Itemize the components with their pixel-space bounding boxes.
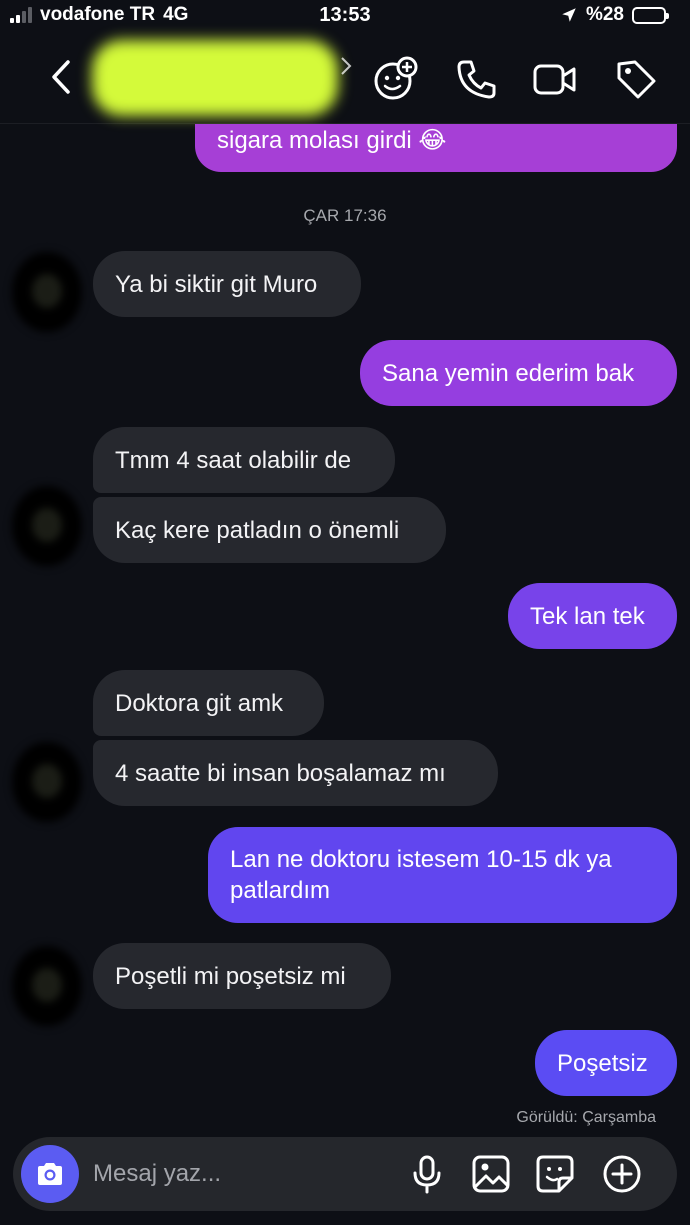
message-text: sigara molası girdi 😂 — [217, 127, 447, 154]
message-bubble-outgoing[interactable]: sigara molası girdi 😂 — [195, 124, 677, 172]
message-bubble-incoming[interactable]: Ya bi siktir git Muro — [93, 251, 361, 317]
timestamp: ÇAR 17:36 — [303, 206, 387, 225]
message-bubble-outgoing[interactable]: Lan ne doktoru istesem 10-15 dk ya patla… — [208, 827, 677, 923]
message-text: Tek lan tek — [530, 602, 645, 630]
message-bubble-outgoing[interactable]: Sana yemin ederim bak — [360, 340, 677, 406]
message-text: Poşetsiz — [557, 1049, 648, 1077]
gallery-icon[interactable] — [471, 1154, 511, 1194]
message-text: Tmm 4 saat olabilir de — [115, 446, 352, 474]
plus-icon[interactable] — [602, 1154, 642, 1194]
message-bubble-outgoing[interactable]: Tek lan tek — [508, 583, 677, 649]
avatar[interactable] — [12, 486, 82, 566]
avatar[interactable] — [12, 742, 82, 822]
status-bar: vodafone TR 4G 13:53 %28 — [0, 0, 690, 34]
chevron-left-icon[interactable] — [44, 56, 80, 98]
message-text: 4 saatte bi insan boşalamaz mı — [115, 759, 446, 787]
video-icon[interactable] — [532, 56, 578, 102]
tag-icon[interactable] — [613, 56, 659, 102]
message-bubble-incoming[interactable]: Poşetli mi poşetsiz mi — [93, 943, 391, 1009]
message-text-line-2: patlardım — [230, 877, 331, 904]
message-text: Sana yemin ederim bak — [382, 359, 635, 387]
avatar[interactable] — [12, 946, 82, 1026]
message-text: Kaç kere patladın o önemli — [115, 516, 400, 544]
message-list[interactable]: sigara molası girdi 😂 ÇAR 17:36 Ya bi si… — [0, 124, 690, 1134]
battery-icon — [632, 6, 669, 24]
message-composer — [13, 1137, 677, 1211]
seen-status: Görüldü: Çarşamba — [516, 1109, 656, 1126]
message-text-line-1: Lan ne doktoru istesem 10-15 dk ya — [230, 846, 612, 873]
avatar[interactable] — [12, 252, 82, 332]
battery-percent: %28 — [585, 4, 624, 25]
message-bubble-incoming[interactable]: 4 saatte bi insan boşalamaz mı — [93, 740, 498, 806]
message-bubble-incoming[interactable]: Kaç kere patladın o önemli — [93, 497, 446, 563]
message-text: Poşetli mi poşetsiz mi — [115, 962, 346, 990]
phone-icon[interactable] — [454, 56, 500, 102]
message-bubble-incoming[interactable]: Tmm 4 saat olabilir de — [93, 427, 395, 493]
chat-header — [0, 34, 690, 124]
add-participant-icon[interactable] — [372, 56, 418, 102]
microphone-icon[interactable] — [407, 1154, 447, 1194]
contact-name-redacted[interactable] — [92, 40, 338, 116]
message-bubble-incoming[interactable]: Doktora git amk — [93, 670, 324, 736]
camera-icon — [38, 1163, 62, 1185]
message-text: Ya bi siktir git Muro — [115, 270, 318, 298]
camera-button[interactable] — [21, 1145, 79, 1203]
chevron-right-icon — [341, 57, 352, 75]
message-input[interactable] — [93, 1137, 393, 1211]
message-text: Doktora git amk — [115, 689, 284, 717]
sticker-icon[interactable] — [535, 1154, 575, 1194]
status-right: %28 — [560, 4, 669, 26]
message-bubble-outgoing[interactable]: Poşetsiz — [535, 1030, 677, 1096]
location-arrow-icon — [562, 8, 576, 22]
